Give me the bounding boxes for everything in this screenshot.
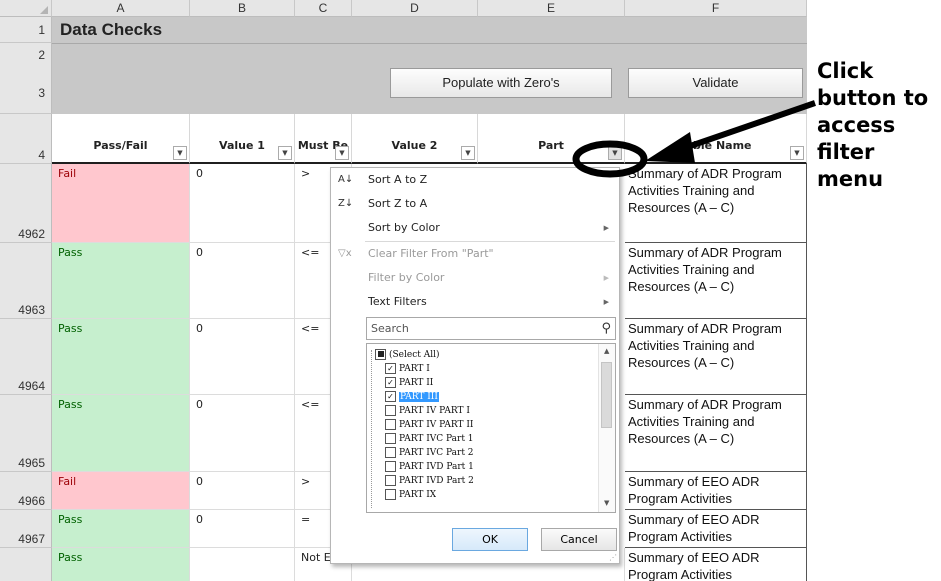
- annotation-arrow: [572, 100, 816, 178]
- highlight-circle: [572, 140, 648, 178]
- arrow-head-icon: [645, 132, 695, 163]
